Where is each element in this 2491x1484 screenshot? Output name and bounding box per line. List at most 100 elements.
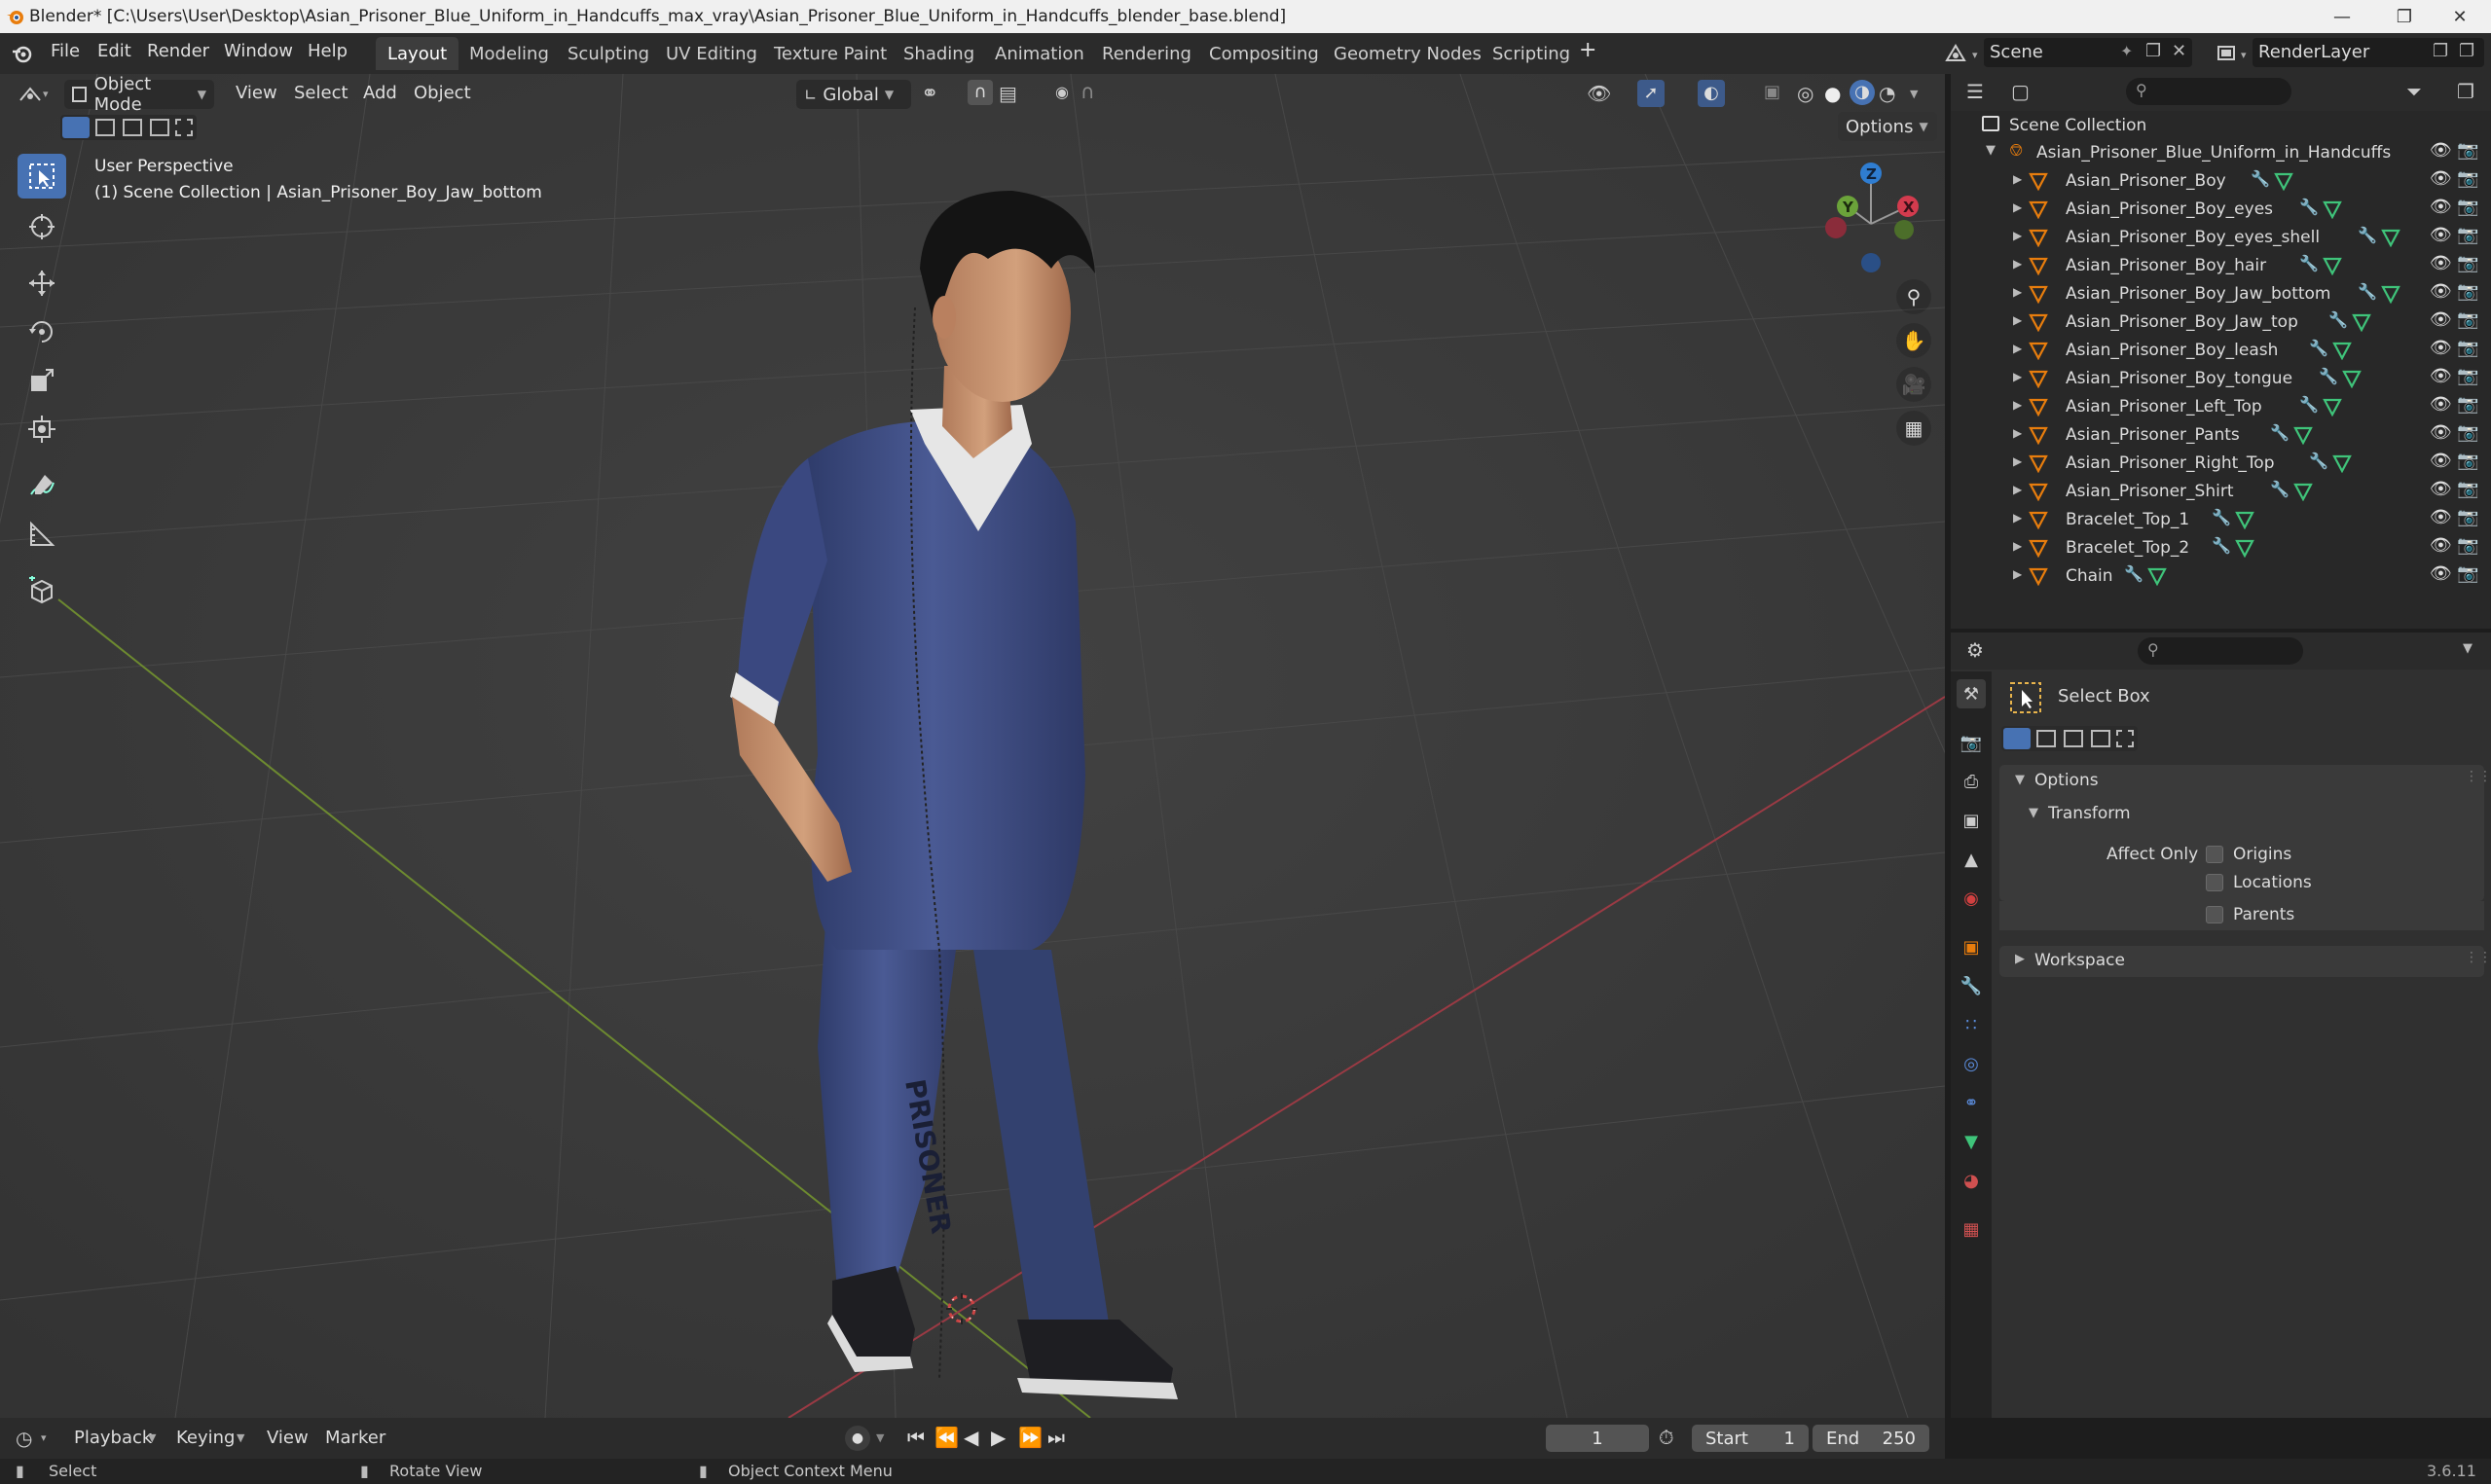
render-camera-icon[interactable]: 📷 xyxy=(2457,338,2478,358)
transform-orientation-dropdown[interactable]: ∟ Global ▼ xyxy=(796,80,911,109)
snap-target-icon[interactable]: ▤ xyxy=(999,82,1017,105)
mesh-data-icon[interactable] xyxy=(2332,453,2352,473)
expand-arrow-icon[interactable]: ▶ xyxy=(2013,285,2022,299)
menu-help[interactable]: Help xyxy=(308,41,348,61)
select-subtract-icon[interactable] xyxy=(123,119,142,136)
tab-world[interactable]: ◉ xyxy=(1957,884,1986,913)
drag-handle-icon[interactable]: ⋮⋮ xyxy=(2465,950,2491,965)
close-window-button[interactable]: ✕ xyxy=(2429,0,2491,33)
workspace-panel[interactable]: ▶ Workspace ⋮⋮ xyxy=(1999,946,2491,977)
filter-icon[interactable]: ⏷ xyxy=(2406,80,2422,103)
current-frame-field[interactable]: 1 xyxy=(1546,1425,1649,1452)
outliner-row-scene-collection[interactable]: Scene Collection xyxy=(1951,111,2491,139)
expand-arrow-icon[interactable]: ▶ xyxy=(2013,539,2022,553)
mesh-data-icon[interactable] xyxy=(2274,171,2293,191)
render-camera-icon[interactable]: 📷 xyxy=(2457,140,2478,161)
tab-output[interactable]: ⎙ xyxy=(1957,767,1986,796)
pin-icon[interactable]: ✦ xyxy=(2120,42,2133,60)
workspace-expand-icon[interactable]: ▶ xyxy=(2015,952,2025,966)
modifier-wrench-icon[interactable]: 🔧 xyxy=(2212,508,2231,526)
pivot-point-icon[interactable]: ⚭ xyxy=(921,82,938,106)
visibility-eye-icon[interactable]: 👁 xyxy=(2430,140,2452,161)
jump-start-icon[interactable]: ⏮ xyxy=(907,1426,925,1449)
outliner-item[interactable]: ▶ Asian_Prisoner_Boy_hair 🔧 👁 📷 xyxy=(1951,251,2491,279)
viewport-menu-view[interactable]: View xyxy=(236,83,277,103)
modifier-wrench-icon[interactable]: 🔧 xyxy=(2299,395,2319,414)
record-icon[interactable]: ● xyxy=(845,1426,870,1451)
overlay-toggle-icon[interactable]: ◐ xyxy=(1698,80,1725,107)
tool-add-cube[interactable] xyxy=(18,568,66,613)
material-shading-icon[interactable]: ◑ xyxy=(1850,80,1875,105)
mesh-data-icon[interactable] xyxy=(2323,397,2342,416)
visibility-eye-icon[interactable]: 👁 xyxy=(2430,281,2452,302)
tab-material[interactable]: ◕ xyxy=(1957,1166,1986,1195)
expand-arrow-icon[interactable]: ▶ xyxy=(2013,313,2022,327)
visibility-eye-icon[interactable]: 👁 xyxy=(2430,507,2452,527)
next-keyframe-icon[interactable]: ⏩ xyxy=(1018,1426,1043,1449)
expand-arrow-icon[interactable]: ▶ xyxy=(2013,342,2022,355)
tab-animation[interactable]: Animation xyxy=(983,37,1096,70)
new-collection-icon[interactable]: ❐ xyxy=(2457,80,2474,103)
tab-shading[interactable]: Shading xyxy=(892,37,986,70)
outliner-item[interactable]: ▶ Asian_Prisoner_Boy_Jaw_bottom 🔧 👁 📷 xyxy=(1951,279,2491,308)
expand-arrow-icon[interactable]: ▶ xyxy=(2013,567,2022,581)
start-frame-field[interactable]: Start 1 xyxy=(1692,1425,1809,1452)
prev-keyframe-icon[interactable]: ⏪ xyxy=(934,1426,959,1449)
outliner-search-input[interactable]: ⚲ xyxy=(2126,78,2291,105)
tab-modeling[interactable]: Modeling xyxy=(458,37,561,70)
shading-dropdown-icon[interactable]: ▼ xyxy=(1910,88,1918,100)
visibility-eye-icon[interactable]: 👁 xyxy=(2430,168,2452,189)
render-camera-icon[interactable]: 📷 xyxy=(2457,563,2478,584)
expand-arrow-icon[interactable]: ▶ xyxy=(2013,200,2022,214)
tab-tool[interactable]: ⚒ xyxy=(1957,679,1986,708)
proportional-editing-icon[interactable]: ◉ xyxy=(1049,80,1075,105)
modifier-wrench-icon[interactable]: 🔧 xyxy=(2270,480,2290,498)
tab-texture[interactable]: ▦ xyxy=(1957,1214,1986,1244)
add-workspace-icon[interactable]: + xyxy=(1579,38,1596,62)
tool-annotate[interactable] xyxy=(18,463,66,508)
render-camera-icon[interactable]: 📷 xyxy=(2457,197,2478,217)
timeline-menu-view[interactable]: View xyxy=(267,1428,309,1448)
solid-shading-icon[interactable]: ● xyxy=(1824,82,1841,105)
new-scene-icon[interactable]: ❐ xyxy=(2145,41,2161,61)
render-camera-icon[interactable]: 📷 xyxy=(2457,366,2478,386)
navigation-gizmo[interactable]: Z X Y xyxy=(1811,156,1927,277)
mesh-data-icon[interactable] xyxy=(2352,312,2371,332)
outliner-item[interactable]: ▶ Asian_Prisoner_Boy_tongue 🔧 👁 📷 xyxy=(1951,364,2491,392)
render-camera-icon[interactable]: 📷 xyxy=(2457,168,2478,189)
outliner-item[interactable]: ▶ Asian_Prisoner_Boy_leash 🔧 👁 📷 xyxy=(1951,336,2491,364)
options-collapse-icon[interactable]: ▼ xyxy=(2015,773,2025,787)
expand-arrow-icon[interactable]: ▶ xyxy=(2013,257,2022,271)
visibility-eye-icon[interactable]: 👁 xyxy=(2430,479,2452,499)
menu-file[interactable]: File xyxy=(51,41,80,61)
select-invert-icon[interactable] xyxy=(150,119,169,136)
properties-editor-icon[interactable]: ⚙ xyxy=(1966,638,1984,662)
modifier-wrench-icon[interactable]: 🔧 xyxy=(2124,564,2143,583)
expand-arrow-icon[interactable]: ▶ xyxy=(2013,454,2022,468)
render-camera-icon[interactable]: 📷 xyxy=(2457,422,2478,443)
visibility-eye-icon[interactable]: 👁 xyxy=(2430,338,2452,358)
delete-scene-icon[interactable]: ✕ xyxy=(2172,41,2186,61)
expand-arrow-icon[interactable]: ▶ xyxy=(2013,426,2022,440)
render-camera-icon[interactable]: 📷 xyxy=(2457,281,2478,302)
falloff-icon[interactable]: ∩ xyxy=(1081,80,1095,103)
outliner-item[interactable]: ▶ Asian_Prisoner_Boy 🔧 👁 📷 xyxy=(1951,166,2491,195)
modifier-wrench-icon[interactable]: 🔧 xyxy=(2319,367,2338,385)
viewport-menu-select[interactable]: Select xyxy=(294,83,348,103)
tool-mode-extend-icon[interactable] xyxy=(2036,730,2056,747)
tab-texture-paint[interactable]: Texture Paint xyxy=(762,37,898,70)
options-panel-title[interactable]: Options xyxy=(2034,771,2099,790)
modifier-wrench-icon[interactable]: 🔧 xyxy=(2212,536,2231,555)
expand-arrow-icon[interactable]: ▶ xyxy=(2013,229,2022,242)
minimize-button[interactable]: — xyxy=(2311,0,2373,33)
visibility-eye-icon[interactable]: 👁 xyxy=(2430,366,2452,386)
tool-transform[interactable] xyxy=(18,407,66,452)
outliner-row-collection[interactable]: ▼ ⎊ Asian_Prisoner_Blue_Uniform_in_Handc… xyxy=(1951,138,2491,166)
tool-mode-invert-icon[interactable] xyxy=(2091,730,2110,747)
outliner-item[interactable]: ▶ Asian_Prisoner_Boy_eyes_shell 🔧 👁 📷 xyxy=(1951,223,2491,251)
tool-cursor[interactable] xyxy=(18,204,66,249)
tab-particles[interactable]: ∷ xyxy=(1957,1010,1986,1039)
render-camera-icon[interactable]: 📷 xyxy=(2457,225,2478,245)
expand-arrow-icon[interactable]: ▼ xyxy=(1986,143,1996,158)
pan-button[interactable]: ✋ xyxy=(1896,323,1931,358)
